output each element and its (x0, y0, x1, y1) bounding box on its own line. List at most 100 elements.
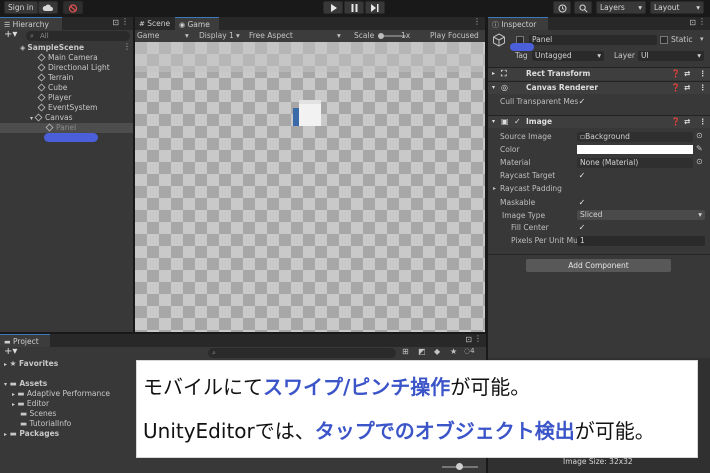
display-dropdown[interactable]: Display 1 (199, 30, 234, 42)
tag-dropdown[interactable]: Untagged ▾ (532, 51, 604, 61)
enabled-checkbox[interactable]: ✓ (514, 116, 521, 128)
play-button[interactable] (323, 1, 343, 14)
image-type-dropdown[interactable]: Sliced ▾ (577, 210, 705, 220)
add-component-button[interactable]: Add Component (526, 259, 671, 272)
game-viewport[interactable] (135, 42, 485, 332)
asset-folder-item[interactable]: ▬ Scenes (20, 409, 56, 419)
object-picker-icon[interactable]: ⊙ (696, 157, 703, 166)
favorites-folder[interactable]: ▸ ★ Favorites (4, 359, 58, 369)
filter-label-icon[interactable]: ◩ (418, 347, 426, 356)
item-label: Main Camera (48, 53, 98, 62)
step-button[interactable] (365, 1, 385, 14)
folder-label: Scenes (29, 409, 57, 418)
layers-dropdown[interactable]: Layers ▾ (596, 1, 646, 14)
material-label: Material (500, 158, 531, 167)
chevron-down-icon[interactable]: ▾ (700, 35, 704, 43)
chevron-down-icon: ▾ (185, 31, 189, 40)
scene-more-icon[interactable]: ⋮ (123, 42, 131, 51)
scale-slider-thumb[interactable] (378, 33, 384, 39)
asset-folder-item[interactable]: ▬ TutorialInfo (20, 419, 71, 429)
project-search-input[interactable]: ⌕ (208, 348, 396, 358)
hierarchy-item-panel[interactable]: Panel (45, 123, 76, 133)
asset-folder-item[interactable]: ▸ ▬ Adaptive Performance (12, 389, 110, 399)
display-mode-dropdown[interactable]: Game (137, 30, 159, 42)
chevron-down-icon: ▾ (638, 3, 642, 12)
packages-folder[interactable]: ▸ ▬ Packages (4, 429, 59, 439)
fill-center-checkbox[interactable]: ✓ (578, 224, 586, 232)
raycast-padding-foldout[interactable]: ▸ Raycast Padding (493, 183, 562, 195)
icon-size-slider-thumb[interactable] (456, 463, 463, 470)
more-menu-icon[interactable]: ⋮ (699, 68, 707, 80)
more-menu-icon[interactable]: ⋮ (474, 334, 482, 343)
lock-icon[interactable]: ⊡ (112, 18, 119, 27)
source-image-field[interactable]: ▫Background (577, 132, 693, 142)
filter-type-icon[interactable]: ⊞ (402, 347, 409, 356)
create-asset-button[interactable]: +▾ (4, 346, 17, 357)
hierarchy-item[interactable]: Main Camera (37, 53, 98, 63)
search-button[interactable] (574, 1, 592, 14)
object-name-field[interactable]: Panel (529, 35, 657, 45)
hierarchy-item[interactable]: Terrain (37, 73, 74, 83)
canvas-renderer-header[interactable]: ▾ ◎ Canvas Renderer ❓ ⇄ ⋮ (488, 81, 710, 94)
pause-button[interactable] (344, 1, 364, 14)
pause-icon (351, 4, 357, 12)
preset-icon[interactable]: ⇄ (684, 68, 690, 80)
material-field[interactable]: None (Material) (577, 158, 693, 168)
hierarchy-search-input[interactable]: ⌕ All (26, 31, 130, 41)
assets-folder[interactable]: ▾ ▬ Assets (4, 379, 47, 389)
maskable-checkbox[interactable]: ✓ (578, 199, 586, 207)
preset-icon[interactable]: ⇄ (684, 82, 690, 94)
collab-button[interactable] (63, 1, 83, 14)
asset-folder-item[interactable]: ▸ ▬ Editor (12, 399, 49, 409)
eyedropper-icon[interactable]: ✎ (696, 144, 703, 153)
ppu-field[interactable]: 1 (577, 236, 705, 246)
expand-arrow-icon: ▾ (4, 381, 8, 388)
tab-scene[interactable]: # Scene (135, 17, 175, 30)
help-icon[interactable]: ❓ (671, 116, 680, 128)
static-label: Static (671, 35, 693, 44)
rect-transform-header[interactable]: ▸ ⛶ Rect Transform ❓ ⇄ ⋮ (488, 67, 710, 80)
lock-icon[interactable]: ⊡ (465, 335, 472, 344)
more-menu-icon[interactable]: ⋮ (699, 116, 707, 128)
sign-in-button[interactable]: Sign in (4, 1, 38, 14)
hierarchy-item-canvas[interactable]: ▾ Canvas (30, 113, 73, 123)
layout-dropdown[interactable]: Layout ▾ (650, 1, 704, 14)
scale-label: Scale (354, 31, 375, 40)
hierarchy-item[interactable]: Cube (37, 83, 67, 93)
add-object-button[interactable]: +▾ (4, 29, 17, 40)
more-menu-icon[interactable]: ⋮ (699, 82, 707, 94)
preset-icon[interactable]: ⇄ (684, 116, 690, 128)
cull-checkbox[interactable]: ✓ (578, 98, 586, 106)
image-component-header[interactable]: ▾ ▣ ✓ Image ❓ ⇄ ⋮ (488, 115, 710, 128)
help-icon[interactable]: ❓ (671, 82, 680, 94)
aspect-dropdown[interactable]: Free Aspect (249, 30, 293, 42)
item-label: Terrain (48, 73, 74, 82)
fill-center-label: Fill Center (511, 223, 549, 232)
object-picker-icon[interactable]: ⊙ (696, 131, 703, 140)
play-focused-dropdown[interactable]: Play Focused (430, 30, 479, 42)
more-menu-icon[interactable]: ⋮ (698, 17, 706, 26)
hierarchy-item[interactable]: Player (37, 93, 71, 103)
tag-icon[interactable]: ◆ (434, 347, 440, 356)
layer-dropdown[interactable]: UI ▾ (638, 51, 704, 61)
hierarchy-item[interactable]: EventSystem (37, 103, 97, 113)
static-checkbox[interactable] (660, 36, 668, 44)
folder-icon: ▬ (9, 429, 17, 438)
gameobject-icon (37, 53, 46, 62)
source-image-label: Source Image (500, 132, 552, 141)
cloud-button[interactable] (38, 1, 58, 14)
hidden-count-icon[interactable]: ◌4 (464, 347, 475, 355)
lock-icon[interactable]: ⊡ (689, 18, 696, 27)
history-button[interactable] (553, 1, 571, 14)
color-field[interactable] (577, 145, 693, 154)
more-menu-icon[interactable]: ⋮ (121, 17, 129, 26)
help-icon[interactable]: ❓ (671, 68, 680, 80)
tab-game[interactable]: ◉ Game (175, 17, 219, 30)
scene-root[interactable]: ◈ SampleScene (20, 43, 84, 53)
raycast-target-checkbox[interactable]: ✓ (578, 172, 586, 180)
favorite-star-icon[interactable]: ★ (450, 347, 457, 356)
more-menu-icon[interactable]: ⋮ (473, 17, 481, 26)
tab-inspector[interactable]: ⓘ Inspector (488, 17, 548, 30)
search-placeholder: All (40, 32, 49, 40)
hierarchy-item[interactable]: Directional Light (37, 63, 110, 73)
